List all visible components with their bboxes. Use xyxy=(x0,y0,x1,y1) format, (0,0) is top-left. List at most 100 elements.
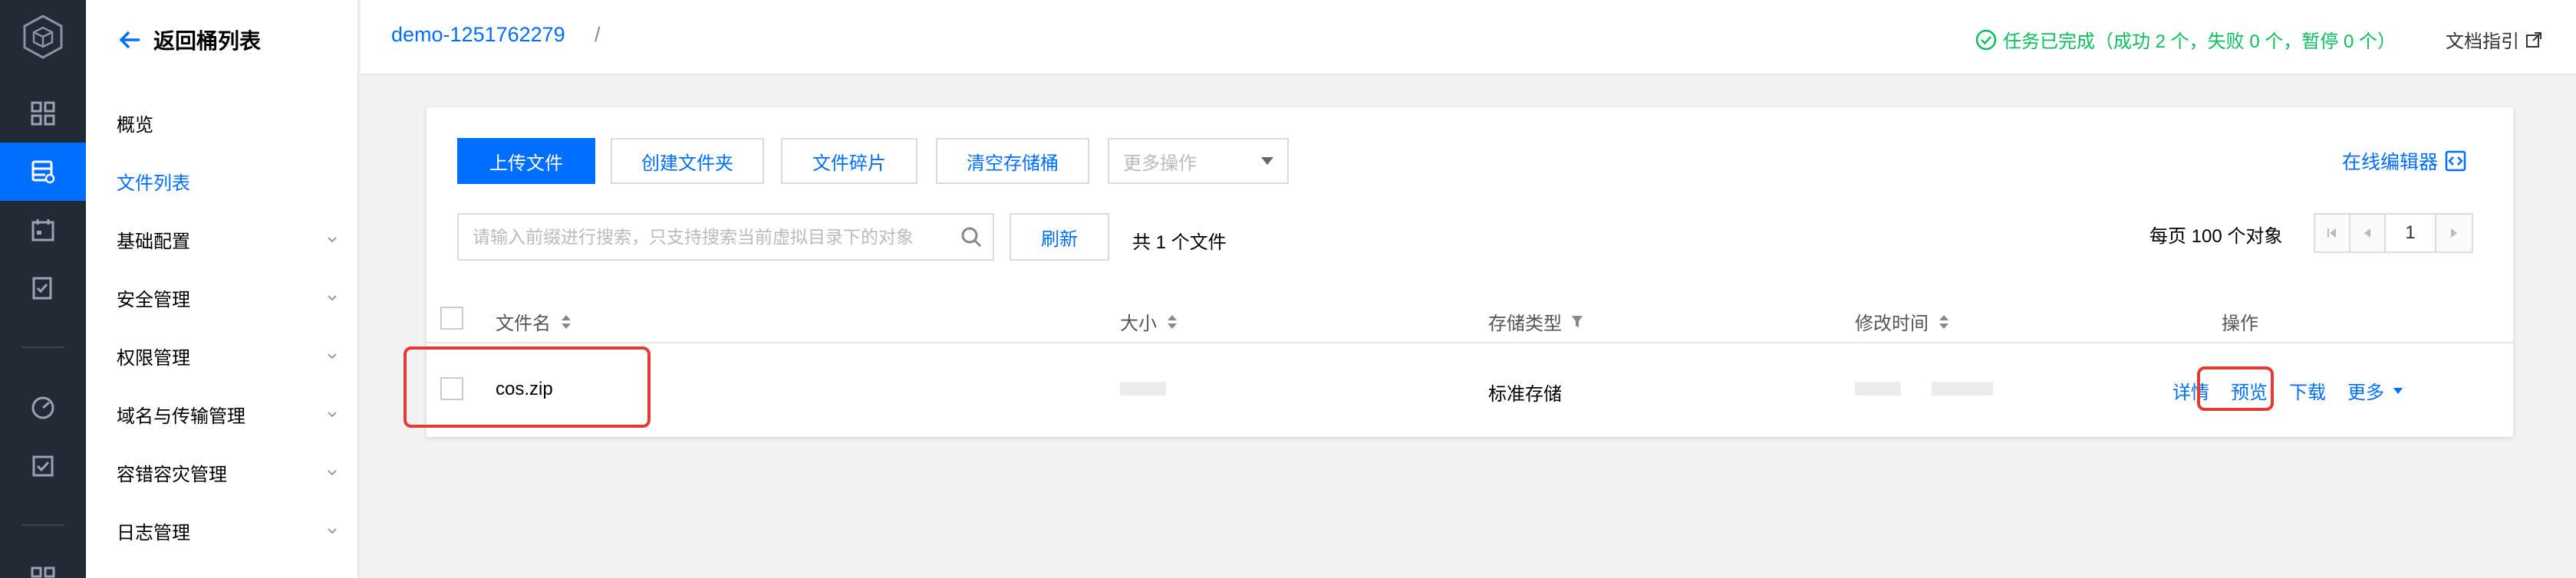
calendar-icon xyxy=(31,219,54,241)
breadcrumb-separator: / xyxy=(595,23,601,46)
highlight-file-row xyxy=(404,346,651,428)
more-link-label: 更多 xyxy=(2347,383,2384,403)
sidebar-item-label: 文件列表 xyxy=(117,172,190,194)
caret-down-icon xyxy=(1261,157,1273,165)
per-page-label[interactable]: 每页 100 个对象 xyxy=(2149,221,2282,248)
bucket-sidebar: 返回桶列表 概览文件列表基础配置安全管理权限管理域名与传输管理 容错容灾管理 日志管… xyxy=(86,0,359,578)
sidebar-item-label: 概览 xyxy=(117,114,153,136)
caret-down-icon xyxy=(2393,387,2403,394)
upload-button[interactable]: 上传文件 xyxy=(457,138,595,184)
chevron-down-icon xyxy=(328,237,337,243)
task-status-text: 任务已完成（成功 2 个，失败 0 个，暂停 0 个） xyxy=(2003,31,2396,52)
more-link[interactable]: 更多 xyxy=(2347,377,2404,404)
column-storage-class-label: 存储类型 xyxy=(1488,314,1562,334)
refresh-button[interactable]: 刷新 xyxy=(1010,213,1109,261)
task-status[interactable]: 任务已完成（成功 2 个，失败 0 个，暂停 0 个） xyxy=(1975,26,2396,53)
sidebar-item-label: 日志管理 xyxy=(117,522,190,544)
pagination: 1 xyxy=(2314,213,2473,253)
file-count: 共 1 个文件 xyxy=(1132,232,1227,253)
file-fragments-button[interactable]: 文件碎片 xyxy=(781,138,917,184)
sidebar-item-label: 安全管理 xyxy=(117,289,190,310)
sidebar-item[interactable]: 文件列表 xyxy=(117,166,339,196)
code-editor-icon xyxy=(2445,150,2466,172)
column-storage-class[interactable]: 存储类型 xyxy=(1488,308,1583,335)
arrow-left-icon xyxy=(119,31,140,49)
top-header: demo-1251762279 / 任务已完成（成功 2 个，失败 0 个，暂停… xyxy=(361,0,2576,75)
doc-guide-label: 文档指引 xyxy=(2446,31,2519,52)
sidebar-item-label: 域名与传输管理 xyxy=(117,406,245,427)
table-header: 文件名 大小 存储类型 修改时间 操作 xyxy=(427,293,2513,343)
grid-icon xyxy=(31,567,55,578)
bucket-icon xyxy=(31,160,55,184)
icon-rail xyxy=(0,0,86,578)
sidebar-item[interactable]: 基础配置 xyxy=(117,224,339,255)
sidebar-item-label: 权限管理 xyxy=(117,347,190,369)
sort-icon xyxy=(1939,314,1948,329)
file-size-redacted xyxy=(1120,382,1166,396)
sidebar-item[interactable]: 概览 xyxy=(117,107,339,138)
column-actions-label: 操作 xyxy=(2222,314,2258,334)
sort-icon xyxy=(1168,314,1177,329)
search-icon[interactable] xyxy=(959,225,983,249)
highlight-details-action xyxy=(2197,366,2274,411)
gauge-icon xyxy=(31,396,54,419)
select-all-checkbox[interactable] xyxy=(440,307,463,330)
clear-bucket-button[interactable]: 清空存储桶 xyxy=(936,138,1089,184)
sidebar-item-label: 容错容灾管理 xyxy=(117,464,227,485)
next-page-button[interactable] xyxy=(2436,215,2472,251)
back-to-bucket-list[interactable]: 返回桶列表 xyxy=(117,25,261,55)
rail-tasks[interactable] xyxy=(0,259,86,317)
column-size[interactable]: 大小 xyxy=(1120,308,1178,335)
chevron-down-icon xyxy=(328,470,337,476)
modified-date-redacted xyxy=(1855,382,1901,396)
task-doc-icon xyxy=(32,277,52,300)
rail-calendar[interactable] xyxy=(0,201,86,259)
first-page-button[interactable] xyxy=(2315,215,2350,251)
current-page[interactable]: 1 xyxy=(2386,215,2436,251)
filter-icon xyxy=(1572,315,1583,327)
checkbox-icon xyxy=(32,455,54,477)
prev-page-button[interactable] xyxy=(2350,215,2386,251)
storage-class: 标准存储 xyxy=(1488,384,1562,405)
sidebar-item[interactable]: 安全管理 xyxy=(117,282,339,313)
create-folder-button[interactable]: 创建文件夹 xyxy=(611,138,764,184)
back-label: 返回桶列表 xyxy=(153,29,262,53)
check-circle-icon xyxy=(1975,29,1997,50)
breadcrumb-bucket[interactable]: demo-1251762279 xyxy=(391,23,565,47)
column-name[interactable]: 文件名 xyxy=(496,308,572,335)
sidebar-item[interactable]: 域名与传输管理 xyxy=(117,399,339,429)
column-modified-label: 修改时间 xyxy=(1855,314,1929,334)
prev-page-icon xyxy=(2364,228,2370,238)
chevron-down-icon xyxy=(328,353,337,360)
cloud-logo-icon[interactable] xyxy=(21,14,64,60)
column-modified[interactable]: 修改时间 xyxy=(1855,308,1950,335)
sidebar-item[interactable]: 容错容灾管理 xyxy=(117,457,339,488)
rail-divider xyxy=(21,524,64,526)
online-editor-label: 在线编辑器 xyxy=(2341,152,2438,173)
first-page-icon xyxy=(2327,228,2336,238)
online-editor-link[interactable]: 在线编辑器 xyxy=(2342,147,2467,175)
doc-guide-link[interactable]: 文档指引 xyxy=(2446,26,2542,53)
download-link[interactable]: 下载 xyxy=(2289,377,2326,404)
modified-time-redacted xyxy=(1932,382,1993,396)
search-input[interactable] xyxy=(459,215,959,259)
rail-overview[interactable] xyxy=(0,84,86,143)
sidebar-item[interactable]: 权限管理 xyxy=(117,340,339,371)
sidebar-item[interactable]: 日志管理 xyxy=(117,515,339,546)
more-actions-select[interactable]: 更多操作 xyxy=(1108,138,1289,184)
column-name-label: 文件名 xyxy=(496,314,551,334)
rail-monitor[interactable] xyxy=(0,379,86,437)
more-actions-placeholder: 更多操作 xyxy=(1123,153,1197,174)
rail-check[interactable] xyxy=(0,437,86,495)
sidebar-item-label: 基础配置 xyxy=(117,231,190,252)
next-page-icon xyxy=(2451,228,2457,238)
chevron-down-icon xyxy=(328,412,337,418)
rail-bucket[interactable] xyxy=(0,143,86,201)
search-box xyxy=(457,213,994,261)
column-actions: 操作 xyxy=(2222,308,2258,335)
rail-divider xyxy=(21,346,64,348)
rail-more[interactable] xyxy=(0,555,86,578)
column-size-label: 大小 xyxy=(1120,314,1157,334)
sort-icon xyxy=(562,314,571,329)
external-link-icon xyxy=(2526,31,2541,48)
